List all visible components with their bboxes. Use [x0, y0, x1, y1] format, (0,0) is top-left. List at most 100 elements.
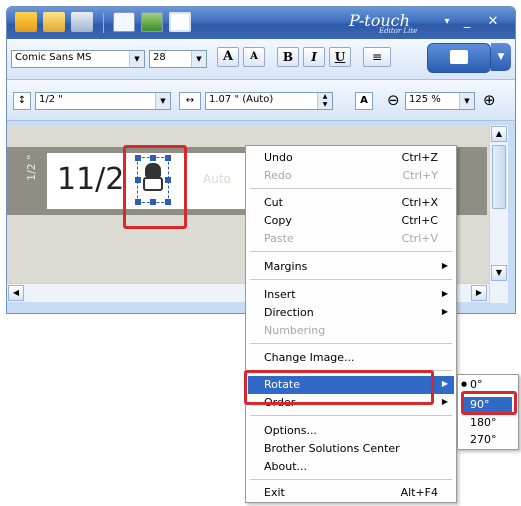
menu-item-undo[interactable]: Undo Ctrl+Z [248, 149, 454, 167]
spinner-icon: ▲ ▼ [317, 93, 332, 109]
menu-separator [250, 343, 452, 344]
menu-item-cut[interactable]: Cut Ctrl+X [248, 194, 454, 212]
menu-item-exit[interactable]: Exit Alt+F4 [248, 484, 454, 502]
chevron-down-icon: ▼ [129, 51, 144, 67]
tape-size-label: 1/2 " [25, 154, 38, 181]
menu-item-redo[interactable]: Redo Ctrl+Y [248, 167, 454, 185]
context-menu: Undo Ctrl+Z Redo Ctrl+Y Cut Ctrl+X Copy … [245, 145, 457, 503]
app-brand-sub: Editor Lite [379, 27, 418, 35]
menu-item-label: Exit [264, 486, 285, 499]
scroll-thumb[interactable] [492, 145, 506, 209]
menu-item-label: About... [264, 460, 308, 473]
text-icon[interactable] [113, 12, 135, 32]
new-file-icon[interactable] [15, 12, 37, 32]
submenu-arrow-icon: ▶ [441, 261, 448, 270]
rotate-option-270[interactable]: 270° [470, 433, 497, 446]
tape-width-icon: ↕ [13, 92, 31, 110]
chevron-down-icon: ▼ [155, 93, 170, 109]
print-button[interactable] [427, 43, 491, 73]
save-icon[interactable] [71, 12, 93, 32]
menu-item-numbering[interactable]: Numbering [248, 322, 454, 340]
menu-item-label: Brother Solutions Center [264, 442, 400, 455]
submenu-arrow-icon: ▶ [441, 379, 448, 388]
menu-item-label: Change Image... [264, 351, 355, 364]
bold-button[interactable]: B [277, 47, 299, 67]
frame-icon[interactable] [169, 12, 191, 32]
menu-item-about[interactable]: About... [248, 458, 454, 476]
menu-item-shortcut: Ctrl+C [401, 214, 438, 227]
printer-icon [450, 50, 468, 64]
menu-item-label: Margins [264, 260, 308, 273]
menu-item-brother-solutions-center[interactable]: Brother Solutions Center [248, 440, 454, 458]
submenu-arrow-icon: ▶ [441, 397, 448, 406]
menu-item-copy[interactable]: Copy Ctrl+C [248, 212, 454, 230]
label-length-icon: ↔ [179, 92, 201, 110]
menu-item-options[interactable]: Options... [248, 422, 454, 440]
title-bar: P-touch Editor Lite ▾ _ ✕ [7, 7, 515, 39]
font-name-select[interactable]: Comic Sans MS ▼ [11, 50, 145, 68]
menu-item-label: Insert [264, 288, 296, 301]
menu-item-shortcut: Alt+F4 [400, 486, 438, 499]
minimize-button[interactable]: _ [459, 14, 475, 30]
menu-separator [250, 251, 452, 252]
submenu-arrow-icon: ▶ [441, 289, 448, 298]
auto-fit-button[interactable]: A [355, 92, 373, 110]
menu-separator [250, 479, 452, 480]
zoom-in-button[interactable]: ⊕ [483, 91, 496, 109]
menu-dropdown-button[interactable]: ▾ [439, 14, 455, 30]
menu-item-margins[interactable]: Margins ▶ [248, 258, 454, 276]
label-text-object[interactable]: 11/2 [57, 163, 124, 197]
italic-button[interactable]: I [303, 47, 325, 67]
menu-item-insert[interactable]: Insert ▶ [248, 286, 454, 304]
vertical-scrollbar[interactable]: ▲ ▼ [489, 125, 508, 303]
menu-separator [250, 415, 452, 416]
rotate-option-180[interactable]: 180° [470, 416, 497, 429]
chevron-down-icon: ▼ [191, 51, 206, 67]
image-icon[interactable] [141, 12, 163, 32]
underline-button[interactable]: U [329, 47, 351, 67]
menu-item-label: Copy [264, 214, 292, 227]
rotate-highlight-box [244, 370, 434, 405]
menu-item-label: Options... [264, 424, 317, 437]
tape-width-select[interactable]: 1/2 " ▼ [35, 92, 171, 110]
image-highlight-box [123, 145, 187, 229]
radio-check-icon: ● [461, 380, 468, 388]
font-size-select[interactable]: 28 ▼ [149, 50, 207, 68]
font-name-value: Comic Sans MS [15, 52, 92, 63]
submenu-arrow-icon: ▶ [441, 307, 448, 316]
menu-item-direction[interactable]: Direction ▶ [248, 304, 454, 322]
close-button[interactable]: ✕ [485, 14, 501, 30]
menu-item-label: Cut [264, 196, 283, 209]
label-length-field[interactable]: 1.07 " (Auto) ▲ ▼ [205, 92, 333, 110]
tape-width-value: 1/2 " [39, 94, 63, 105]
print-options-button[interactable]: ▼ [491, 43, 511, 71]
menu-item-shortcut: Ctrl+V [401, 232, 438, 245]
format-toolbar: Comic Sans MS ▼ 28 ▼ A A B I U ≡ ▼ [7, 39, 515, 80]
scroll-right-button[interactable]: ▶ [471, 285, 487, 301]
open-folder-icon[interactable] [43, 12, 65, 32]
menu-item-shortcut: Ctrl+Z [401, 151, 438, 164]
zoom-out-button[interactable]: ⊖ [387, 91, 400, 109]
auto-length-indicator: Auto [203, 172, 231, 186]
zoom-value: 125 % [409, 94, 441, 105]
menu-item-label: Undo [264, 151, 293, 164]
menu-separator [250, 279, 452, 280]
menu-item-label: Paste [264, 232, 294, 245]
scroll-left-button[interactable]: ◀ [8, 285, 24, 301]
font-size-value: 28 [153, 52, 166, 63]
menu-item-paste[interactable]: Paste Ctrl+V [248, 230, 454, 248]
grow-font-button[interactable]: A [217, 47, 239, 67]
zoom-select[interactable]: 125 % ▼ [405, 92, 475, 110]
menu-item-shortcut: Ctrl+Y [402, 169, 438, 182]
rotate-option-0[interactable]: 0° [470, 378, 483, 391]
toolbar-divider [103, 13, 104, 33]
scroll-down-button[interactable]: ▼ [491, 265, 507, 281]
shrink-font-button[interactable]: A [243, 47, 265, 67]
align-button[interactable]: ≡ [363, 47, 391, 67]
scroll-up-button[interactable]: ▲ [491, 126, 507, 142]
menu-item-change-image[interactable]: Change Image... [248, 349, 454, 367]
menu-item-label: Direction [264, 306, 314, 319]
layout-toolbar: ↕ 1/2 " ▼ ↔ 1.07 " (Auto) ▲ ▼ A ⊖ 125 % ▼… [7, 80, 515, 121]
menu-item-label: Numbering [264, 324, 326, 337]
label-length-value: 1.07 " (Auto) [209, 94, 274, 105]
